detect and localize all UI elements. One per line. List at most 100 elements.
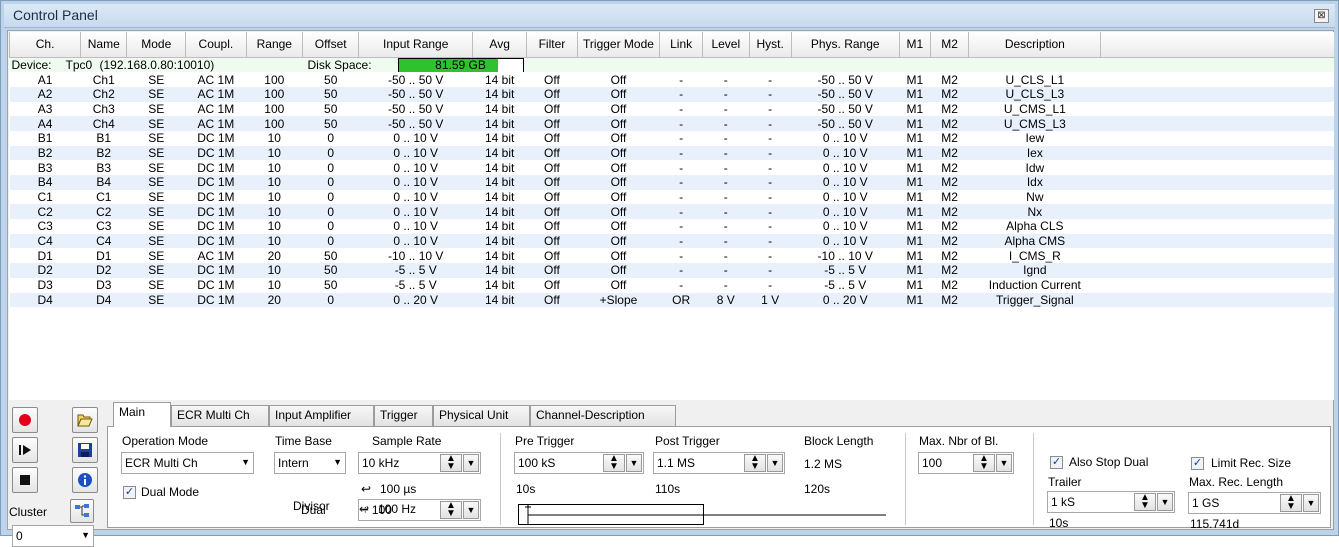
cluster-config-button[interactable] bbox=[70, 499, 94, 523]
table-cell: Off bbox=[577, 277, 660, 293]
separator bbox=[905, 433, 906, 525]
trigger-block-diagram bbox=[518, 504, 886, 525]
spin-updown-icon[interactable]: ▲ ▼ bbox=[1280, 494, 1302, 512]
table-cell: Off bbox=[577, 72, 660, 87]
sample-rate-value: 10 kHz bbox=[362, 456, 400, 470]
limit-rec-size-checkbox[interactable]: ✓ bbox=[1191, 457, 1204, 470]
table-cell: U_CMS_L1 bbox=[968, 101, 1101, 117]
col-header-avg[interactable]: Avg bbox=[472, 32, 528, 58]
open-button[interactable] bbox=[72, 407, 98, 433]
spin-updown-icon[interactable]: ▲ ▼ bbox=[973, 454, 995, 472]
table-cell: - bbox=[659, 86, 703, 102]
col-header-trigger-mode[interactable]: Trigger Mode bbox=[576, 32, 661, 58]
col-header-level[interactable]: Level bbox=[701, 32, 750, 58]
info-button[interactable] bbox=[72, 467, 98, 493]
col-header-description[interactable]: Description bbox=[968, 32, 1102, 58]
trailer-spinner[interactable]: 1 kS ▲ ▼ ▼ bbox=[1047, 491, 1175, 513]
spin-updown-icon[interactable]: ▲ ▼ bbox=[603, 454, 625, 472]
table-row[interactable]: B1 B1 SE DC 1M 10 0 0 .. 10 V 14 bit Off Off - - -0 … bbox=[9, 130, 1334, 146]
dual-mode-checkbox[interactable]: ✓ bbox=[123, 486, 136, 499]
col-header-filter[interactable]: Filter bbox=[526, 32, 578, 58]
table-row[interactable]: B2 B2 SE DC 1M 10 0 0 .. 10 V 14 bit Off Off - - -0 … bbox=[9, 145, 1334, 161]
spin-updown-icon[interactable]: ▲ ▼ bbox=[744, 454, 766, 472]
table-row[interactable]: D4 D4 SE DC 1M 20 0 0 .. 20 V 14 bit Off +Slope OR… bbox=[9, 292, 1334, 308]
device-row[interactable]: Device: Tpc0 (192.168.0.80:10010) Disk S… bbox=[9, 57, 1334, 73]
max-blocks-spinner[interactable]: 100 ▲ ▼ ▼ bbox=[918, 452, 1014, 474]
table-cell: M2 bbox=[930, 219, 969, 234]
operation-mode-select[interactable]: ECR Multi Ch ▼ bbox=[121, 452, 254, 474]
chevron-down-icon[interactable]: ▼ bbox=[767, 454, 783, 472]
close-button[interactable]: ⊠ bbox=[1314, 9, 1329, 23]
table-row[interactable]: A1 Ch1 SE AC 1M 100 50 -50 .. 50 V 14 bit Off Off… bbox=[9, 72, 1334, 87]
col-header-m1[interactable]: M1 bbox=[898, 32, 931, 58]
channel-grid[interactable]: Ch. Name Mode Coupl. Range Offset Input … bbox=[9, 32, 1334, 400]
table-row[interactable]: A2 Ch2 SE AC 1M 100 50 -50 .. 50 V 14 bit Off Off… bbox=[9, 86, 1334, 102]
dual-freq: 100 Hz bbox=[378, 502, 417, 516]
sample-rate-label: Sample Rate bbox=[372, 434, 442, 448]
col-header-offset[interactable]: Offset bbox=[302, 32, 360, 58]
col-header-ch[interactable]: Ch. bbox=[9, 32, 82, 58]
table-row[interactable]: B4 B4 SE DC 1M 10 0 0 .. 10 V 14 bit Off Off - - -0 … bbox=[9, 175, 1334, 190]
also-stop-dual-checkbox[interactable]: ✓ bbox=[1050, 456, 1063, 469]
sample-rate-spinner[interactable]: 10 kHz ▲ ▼ ▼ bbox=[358, 452, 481, 474]
chevron-down-icon[interactable]: ▼ bbox=[996, 454, 1012, 472]
col-header-coupling[interactable]: Coupl. bbox=[185, 32, 247, 58]
time-base-select[interactable]: Intern ▼ bbox=[274, 452, 346, 474]
save-icon bbox=[78, 443, 92, 457]
record-button[interactable] bbox=[12, 407, 38, 433]
spin-updown-icon[interactable]: ▲ ▼ bbox=[1134, 493, 1156, 511]
table-cell: SE bbox=[126, 116, 186, 131]
col-header-range[interactable]: Range bbox=[245, 32, 304, 58]
tab-trigger[interactable]: Trigger bbox=[374, 405, 433, 426]
table-row[interactable]: D3 D3 SE DC 1M 10 50 -5 .. 5 V 14 bit Off Off - - - -… bbox=[9, 277, 1334, 293]
table-row[interactable]: B3 B3 SE DC 1M 10 0 0 .. 10 V 14 bit Off Off - - -0 … bbox=[9, 160, 1334, 175]
table-cell: 0 bbox=[302, 130, 359, 146]
table-cell: 14 bit bbox=[472, 86, 527, 102]
table-row[interactable]: A4 Ch4 SE AC 1M 100 50 -50 .. 50 V 14 bit Off Off… bbox=[9, 116, 1334, 131]
table-cell: - bbox=[659, 233, 703, 249]
max-rec-length-value: 1 GS bbox=[1192, 496, 1220, 510]
table-row[interactable]: C2 C2 SE DC 1M 10 0 0 .. 10 V 14 bit Off Off - - -0 … bbox=[9, 204, 1334, 220]
info-icon bbox=[78, 473, 92, 487]
cluster-select[interactable]: 0 ▼ bbox=[12, 525, 94, 547]
chevron-down-icon[interactable]: ▼ bbox=[626, 454, 642, 472]
save-button[interactable] bbox=[72, 437, 98, 463]
table-row[interactable]: D2 D2 SE DC 1M 10 50 -5 .. 5 V 14 bit Off Off - - - -… bbox=[9, 263, 1334, 278]
table-cell: 50 bbox=[302, 86, 359, 102]
spin-updown-icon[interactable]: ▲ ▼ bbox=[440, 454, 462, 472]
col-header-link[interactable]: Link bbox=[659, 32, 703, 58]
tab-input-amplifier[interactable]: Input Amplifier bbox=[269, 405, 374, 426]
table-cell: 0 bbox=[302, 175, 359, 190]
pre-trigger-spinner[interactable]: 100 kS ▲ ▼ ▼ bbox=[514, 452, 644, 474]
table-cell: Off bbox=[577, 175, 660, 190]
col-header-input-range[interactable]: Input Range bbox=[358, 32, 474, 58]
chevron-down-icon[interactable]: ▼ bbox=[1157, 493, 1173, 511]
max-rec-length-spinner[interactable]: 1 GS ▲ ▼ ▼ bbox=[1188, 492, 1321, 514]
table-cell: M1 bbox=[899, 145, 931, 161]
col-header-m2[interactable]: M2 bbox=[929, 32, 970, 58]
table-row[interactable]: C3 C3 SE DC 1M 10 0 0 .. 10 V 14 bit Off Off - - -0 … bbox=[9, 219, 1334, 234]
tab-ecr-multi-ch[interactable]: ECR Multi Ch bbox=[171, 405, 269, 426]
table-cell: -5 .. 5 V bbox=[358, 277, 473, 293]
table-cell: M2 bbox=[930, 130, 969, 146]
tab-main[interactable]: Main bbox=[113, 402, 171, 427]
table-row[interactable]: D1 D1 SE AC 1M 20 50 -10 .. 10 V 14 bit Off Off - -… bbox=[9, 248, 1334, 264]
table-row[interactable]: C1 C1 SE DC 1M 10 0 0 .. 10 V 14 bit Off Off - - -0 … bbox=[9, 189, 1334, 205]
tab-physical-unit[interactable]: Physical Unit bbox=[433, 405, 530, 426]
col-header-mode[interactable]: Mode bbox=[126, 32, 187, 58]
step-play-button[interactable] bbox=[12, 437, 38, 463]
stop-button[interactable] bbox=[12, 467, 38, 493]
col-header-hyst[interactable]: Hyst. bbox=[748, 32, 792, 58]
chevron-down-icon[interactable]: ▼ bbox=[463, 501, 479, 519]
dual-divisor-spinner[interactable]: ÷ 100 ▲ ▼ ▼ bbox=[358, 499, 481, 521]
chevron-down-icon[interactable]: ▼ bbox=[463, 454, 479, 472]
chevron-down-icon[interactable]: ▼ bbox=[1303, 494, 1319, 512]
tab-channel-description[interactable]: Channel-Description bbox=[530, 405, 676, 426]
table-row[interactable]: C4 C4 SE DC 1M 10 0 0 .. 10 V 14 bit Off Off - - -0 … bbox=[9, 233, 1334, 249]
table-row[interactable]: A3 Ch3 SE AC 1M 100 50 -50 .. 50 V 14 bit Off Off… bbox=[9, 101, 1334, 117]
spin-updown-icon[interactable]: ▲ ▼ bbox=[440, 501, 462, 519]
table-cell: - bbox=[659, 248, 703, 264]
post-trigger-spinner[interactable]: 1.1 MS ▲ ▼ ▼ bbox=[653, 452, 785, 474]
col-header-phys-range[interactable]: Phys. Range bbox=[790, 32, 900, 58]
col-header-name[interactable]: Name bbox=[80, 32, 128, 58]
